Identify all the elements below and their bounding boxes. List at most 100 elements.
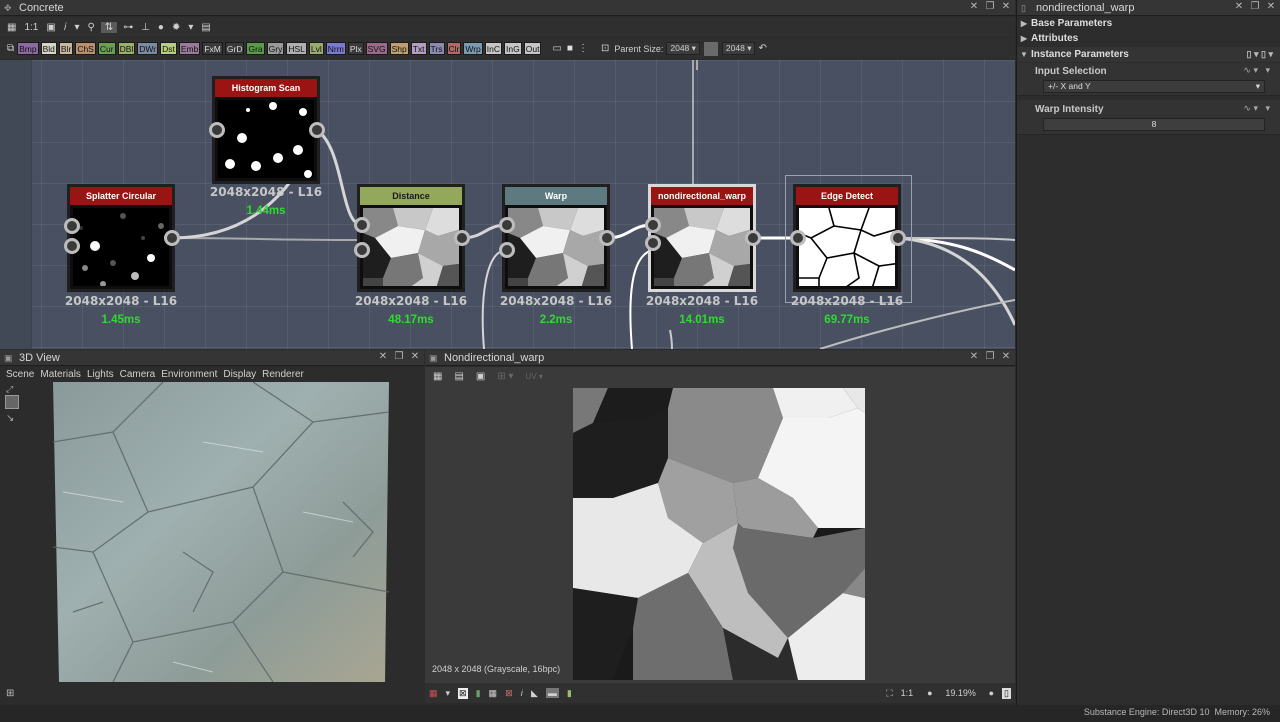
library-button-dst[interactable]: Dst <box>160 42 177 55</box>
library-button-fxm[interactable]: FxM <box>202 42 223 55</box>
color-icon[interactable]: ▮ <box>476 688 481 699</box>
export-icon[interactable]: ▤ <box>452 371 465 382</box>
info-icon[interactable]: 𝑖 <box>521 688 523 699</box>
library-button-dbl[interactable]: DBl <box>117 42 136 55</box>
node-input-port[interactable] <box>645 217 661 233</box>
menu-display[interactable]: Display <box>223 369 256 380</box>
node-input-port[interactable] <box>790 230 806 246</box>
menu-materials[interactable]: Materials <box>40 369 81 380</box>
library-icon[interactable]: ⧉ <box>5 43 16 54</box>
zoom-ratio-label[interactable]: 1:1 <box>901 688 914 698</box>
float-icon[interactable]: ❐ <box>985 1 995 12</box>
float-icon[interactable]: ❐ <box>985 351 995 362</box>
library-button-cur[interactable]: Cur <box>97 42 116 55</box>
warp-intensity-slider[interactable]: 8 <box>1043 118 1265 131</box>
settings-gear-icon[interactable]: ✹ <box>170 22 182 33</box>
link-mode-icon[interactable]: ⇅ <box>100 21 118 33</box>
fit-icon[interactable]: ⛶ <box>886 688 892 699</box>
menu-lights[interactable]: Lights <box>87 369 114 380</box>
link-size-toggle[interactable] <box>703 41 718 56</box>
node-input-port[interactable] <box>354 217 370 233</box>
comment-icon[interactable]: ▭ <box>550 43 563 54</box>
image-icon[interactable]: ▦ <box>431 371 444 382</box>
close-icon[interactable]: ✕ <box>378 351 388 362</box>
node-output-port[interactable] <box>309 122 325 138</box>
section-instance-parameters[interactable]: ▼ Instance Parameters ▯ ▾ ▯ ▾ <box>1017 47 1280 62</box>
uv-overlay-icon[interactable]: ▮ <box>567 688 572 699</box>
input-selection-dropdown[interactable]: +/- X and Y ▾ <box>1043 80 1265 93</box>
library-button-gry[interactable]: Gry <box>266 42 285 55</box>
float-icon[interactable]: ❐ <box>394 351 404 362</box>
grid-icon[interactable]: ▦ <box>489 688 498 699</box>
close-icon[interactable]: ✕ <box>1234 1 1244 12</box>
pin-icon[interactable]: ⋮ <box>576 43 590 54</box>
node-output-port[interactable] <box>164 230 180 246</box>
library-button-gra[interactable]: Gra <box>246 42 265 55</box>
node-output-port[interactable] <box>454 230 470 246</box>
node-input-port[interactable] <box>64 218 80 234</box>
parameter-function-icon[interactable]: ∿ ▾ ▾ <box>1243 103 1270 114</box>
parameter-function-icon[interactable]: ∿ ▾ ▾ <box>1243 65 1270 76</box>
library-button-trs[interactable]: Trs <box>428 42 445 55</box>
grid-icon[interactable]: ▦ <box>5 22 18 33</box>
node-output-port[interactable] <box>745 230 761 246</box>
node-input-port[interactable] <box>499 217 515 233</box>
parent-size-height-select[interactable]: 2048 ▾ <box>721 42 756 55</box>
library-button-bld[interactable]: Bld <box>40 42 57 55</box>
library-button-lvl[interactable]: Lvl <box>308 42 324 55</box>
connector-style-icon[interactable]: ⊶ <box>121 22 135 33</box>
menu-renderer[interactable]: Renderer <box>262 369 304 380</box>
node-input-port[interactable] <box>354 242 370 258</box>
node-histogram-scan[interactable]: Histogram Scan <box>212 76 320 184</box>
tiling-icon[interactable]: ⊠ <box>505 688 513 699</box>
close-icon[interactable]: ✕ <box>969 1 979 12</box>
rotate-tool-icon[interactable] <box>5 395 19 409</box>
close-icon[interactable]: ✕ <box>1001 351 1011 362</box>
library-button-txt[interactable]: Txt <box>410 42 427 55</box>
frame-node-icon[interactable]: ■ <box>565 43 575 54</box>
zoom-out-icon[interactable]: ● <box>927 688 932 698</box>
library-button-svg[interactable]: SVG <box>365 42 388 55</box>
parent-size-width-select[interactable]: 2048 ▾ <box>666 42 700 55</box>
close-icon[interactable]: ✕ <box>1001 1 1011 12</box>
menu-camera[interactable]: Camera <box>120 369 156 380</box>
close-icon[interactable]: ✕ <box>410 351 420 362</box>
library-button-hsl[interactable]: HSL <box>286 42 307 55</box>
library-button-grd[interactable]: GrD <box>224 42 245 55</box>
node-splatter-circular[interactable]: Splatter Circular <box>67 184 175 292</box>
camera-icon[interactable]: ▣ <box>474 371 487 382</box>
library-button-shp[interactable]: Shp <box>389 42 409 55</box>
alpha-icon[interactable]: ▬ <box>545 688 559 698</box>
screenshot-icon[interactable]: ▤ <box>199 22 212 33</box>
library-button-wrp[interactable]: Wrp <box>463 42 483 55</box>
search-icon[interactable]: ⚲ <box>85 22 96 33</box>
scene-tree-icon[interactable]: ⊞ <box>6 688 14 699</box>
menu-environment[interactable]: Environment <box>161 369 217 380</box>
node-output-port[interactable] <box>890 230 906 246</box>
library-button-chs[interactable]: ChS <box>75 42 96 55</box>
library-button-nrm[interactable]: Nrm <box>325 42 346 55</box>
node-input-port[interactable] <box>64 238 80 254</box>
light-tool-icon[interactable]: ↘ <box>6 413 14 424</box>
node-warp[interactable]: Warp <box>502 184 610 292</box>
library-button-dwr[interactable]: DWr <box>137 42 159 55</box>
library-button-ing[interactable]: InG <box>504 42 522 55</box>
library-button-clr[interactable]: Clr <box>446 42 462 55</box>
node-input-port[interactable] <box>645 235 661 251</box>
graph-canvas[interactable]: Splatter Circular Histogram Scan Distanc… <box>0 60 1015 349</box>
info-icon[interactable]: 𝑖 <box>62 22 69 33</box>
section-base-parameters[interactable]: ▶ Base Parameters <box>1017 16 1280 31</box>
node-input-port[interactable] <box>209 122 225 138</box>
zoom-percent-value[interactable]: 19.19% <box>941 688 981 698</box>
maximize-icon[interactable]: ⤢ <box>6 384 13 395</box>
section-attributes[interactable]: ▶ Attributes <box>1017 31 1280 46</box>
dropdown-arrow-icon[interactable]: ▾ <box>72 22 81 33</box>
node-nondirectional-warp[interactable]: nondirectional_warp <box>648 184 756 292</box>
float-icon[interactable]: ❐ <box>1250 1 1260 12</box>
bulb-icon[interactable]: ● <box>156 22 166 33</box>
frame-icon[interactable]: ▣ <box>44 22 57 33</box>
library-button-inc[interactable]: InC <box>484 42 503 55</box>
section-options-icon[interactable]: ▯ ▾ ▯ ▾ <box>1247 49 1273 60</box>
library-button-out[interactable]: Out <box>523 42 542 55</box>
wire[interactable] <box>170 237 363 241</box>
